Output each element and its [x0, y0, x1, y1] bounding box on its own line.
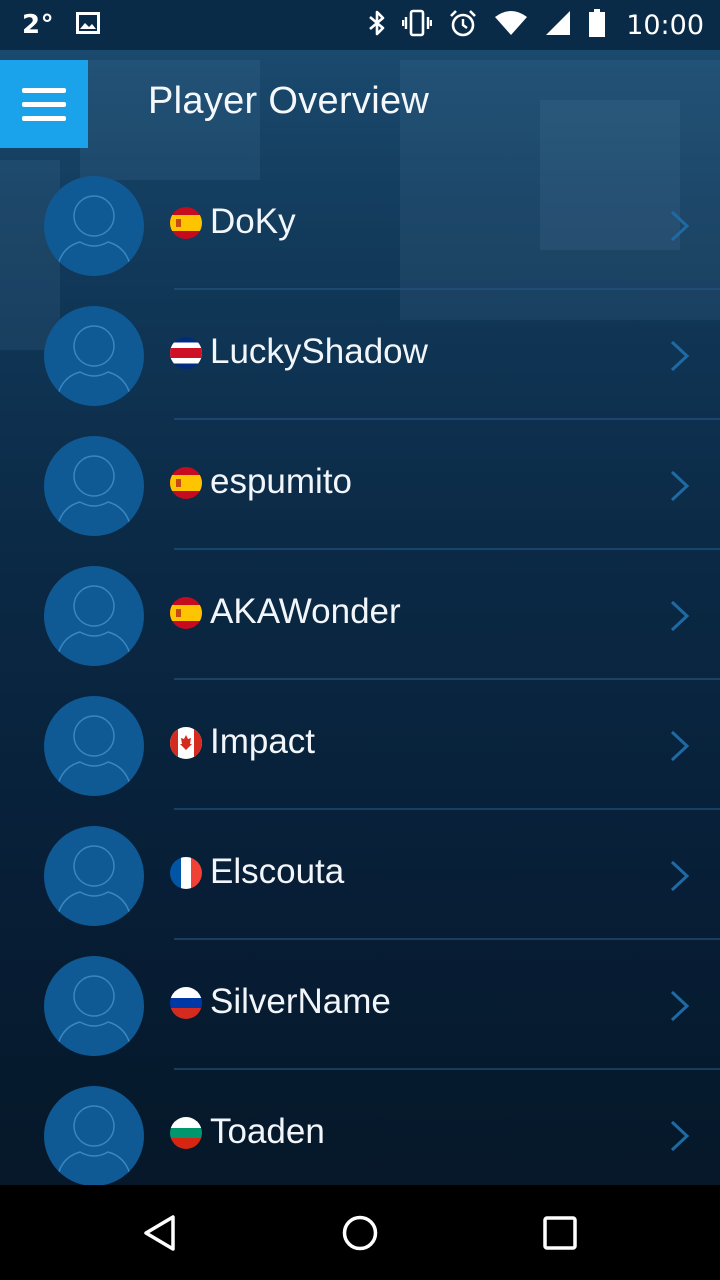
- player-row[interactable]: espumito: [0, 420, 720, 550]
- chevron-right-icon: [670, 470, 690, 502]
- avatar: [44, 566, 144, 666]
- person-silhouette-icon: [55, 325, 133, 406]
- chevron-right-icon: [670, 600, 690, 632]
- chevron-right-icon: [670, 1120, 690, 1152]
- chevron-right-icon: [670, 210, 690, 242]
- person-silhouette-icon: [55, 195, 133, 276]
- player-name: Elscouta: [210, 852, 345, 891]
- player-row[interactable]: DoKy: [0, 160, 720, 290]
- signal-icon: [544, 9, 572, 41]
- back-button[interactable]: [100, 1185, 220, 1280]
- image-icon: [76, 12, 101, 38]
- chevron-right-icon: [670, 340, 690, 372]
- player-list: DoKy LuckyShadow espumito AKAWonder Impa…: [0, 160, 720, 1185]
- player-name: AKAWonder: [210, 592, 401, 631]
- alarm-icon: [448, 8, 478, 42]
- player-name: DoKy: [210, 202, 296, 241]
- player-name: SilverName: [210, 982, 391, 1021]
- back-icon: [144, 1214, 175, 1251]
- navigation-bar: [0, 1185, 720, 1280]
- person-silhouette-icon: [55, 845, 133, 926]
- player-name: LuckyShadow: [210, 332, 428, 371]
- chevron-right-icon: [670, 990, 690, 1022]
- menu-button[interactable]: [0, 60, 88, 148]
- avatar: [44, 826, 144, 926]
- player-name: Impact: [210, 722, 316, 761]
- status-bar: 2° 10:00: [0, 0, 720, 50]
- person-silhouette-icon: [55, 585, 133, 666]
- spain-flag-icon: [170, 467, 202, 499]
- wifi-icon: [494, 10, 528, 40]
- chevron-right-icon: [670, 730, 690, 762]
- avatar: [44, 1086, 144, 1185]
- battery-icon: [588, 8, 606, 42]
- france-flag-icon: [170, 857, 202, 889]
- spain-flag-icon: [170, 597, 202, 629]
- player-row[interactable]: SilverName: [0, 940, 720, 1070]
- costa-rica-flag-icon: [170, 337, 202, 369]
- canada-flag-icon: [170, 727, 202, 759]
- page-title: Player Overview: [148, 80, 430, 122]
- avatar: [44, 956, 144, 1056]
- player-name: espumito: [210, 462, 353, 501]
- recents-button[interactable]: [500, 1185, 620, 1280]
- recents-icon: [543, 1215, 577, 1250]
- person-silhouette-icon: [55, 1105, 133, 1185]
- russia-flag-icon: [170, 987, 202, 1019]
- home-button[interactable]: [300, 1185, 420, 1280]
- player-row[interactable]: AKAWonder: [0, 550, 720, 680]
- player-name: Toaden: [210, 1112, 325, 1151]
- player-row[interactable]: Elscouta: [0, 810, 720, 940]
- avatar: [44, 306, 144, 406]
- app-bar: Player Overview: [0, 50, 720, 160]
- clock-text: 10:00: [626, 9, 704, 41]
- person-silhouette-icon: [55, 975, 133, 1056]
- temperature-text: 2°: [22, 10, 55, 40]
- player-row[interactable]: Impact: [0, 680, 720, 810]
- person-silhouette-icon: [55, 455, 133, 536]
- avatar: [44, 176, 144, 276]
- bluetooth-icon: [368, 9, 386, 41]
- avatar: [44, 696, 144, 796]
- hamburger-menu-icon: [22, 87, 66, 93]
- avatar: [44, 436, 144, 536]
- person-silhouette-icon: [55, 715, 133, 796]
- player-row[interactable]: LuckyShadow: [0, 290, 720, 420]
- spain-flag-icon: [170, 207, 202, 239]
- chevron-right-icon: [670, 860, 690, 892]
- player-row[interactable]: Toaden: [0, 1070, 720, 1185]
- bulgaria-flag-icon: [170, 1117, 202, 1149]
- home-icon: [342, 1215, 378, 1250]
- vibrate-icon: [401, 9, 433, 41]
